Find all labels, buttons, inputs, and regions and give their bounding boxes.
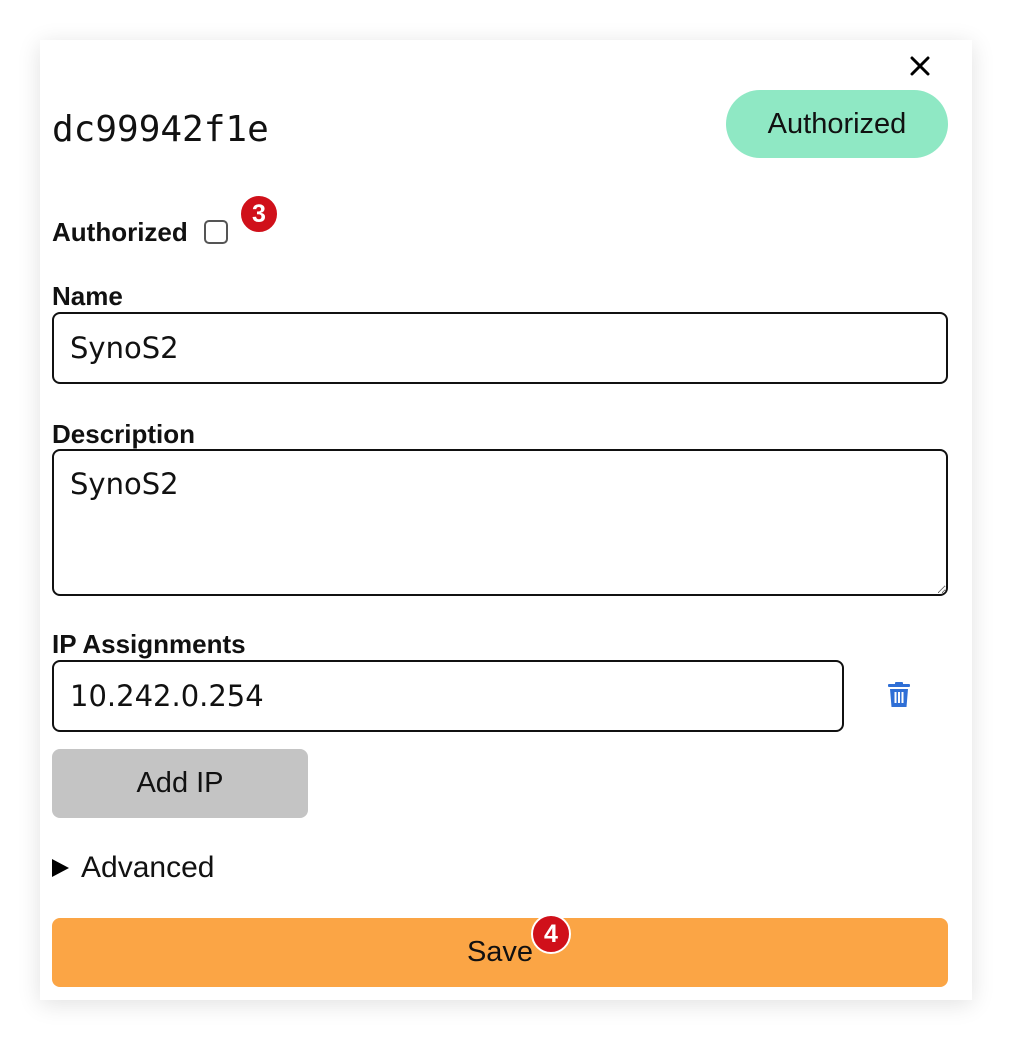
annotation-marker-4: 4 — [531, 914, 571, 954]
delete-ip-button[interactable] — [888, 680, 910, 710]
status-badge: Authorized — [726, 90, 948, 158]
authorized-row: Authorized — [52, 212, 228, 252]
description-textarea[interactable]: SynoS2 — [52, 449, 948, 596]
name-label: Name — [52, 281, 123, 311]
ip-assignments-label: IP Assignments — [52, 629, 246, 659]
annotation-marker-3: 3 — [239, 194, 279, 234]
authorized-label: Authorized — [52, 216, 188, 247]
device-id-title: dc99942f1e — [52, 109, 269, 150]
close-button[interactable] — [900, 46, 940, 86]
name-input[interactable] — [52, 312, 948, 384]
add-ip-button[interactable]: Add IP — [52, 749, 308, 818]
device-edit-dialog: dc99942f1e Authorized Authorized 3 Name … — [40, 40, 972, 1000]
trash-icon — [888, 682, 910, 707]
close-icon — [910, 56, 930, 76]
description-label: Description — [52, 419, 196, 449]
authorized-checkbox[interactable] — [203, 220, 228, 244]
advanced-toggle[interactable]: Advanced — [52, 848, 214, 888]
advanced-label: Advanced — [81, 851, 215, 884]
ip-assignment-input[interactable] — [52, 660, 844, 732]
save-button[interactable]: Save — [52, 918, 948, 987]
triangle-right-icon — [52, 859, 69, 877]
